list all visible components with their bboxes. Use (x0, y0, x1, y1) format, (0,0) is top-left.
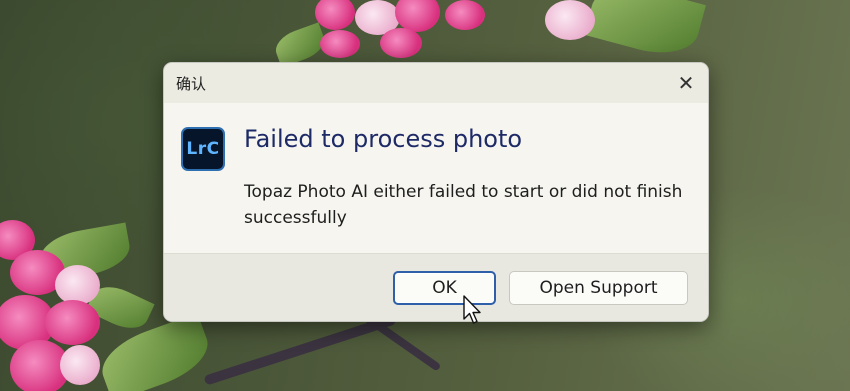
flower-decoration (320, 30, 360, 58)
flower-decoration (60, 345, 100, 385)
close-icon: ✕ (677, 71, 695, 95)
open-support-button[interactable]: Open Support (509, 271, 688, 305)
open-support-button-label: Open Support (539, 278, 658, 298)
flower-decoration (45, 300, 100, 345)
dialog-title: 确认 (176, 75, 207, 93)
lightroom-classic-icon: LrC (181, 127, 225, 171)
error-message: Topaz Photo AI either failed to start or… (244, 182, 683, 228)
flower-decoration (380, 28, 422, 58)
ok-button-label: OK (432, 278, 457, 298)
mouse-pointer-icon (463, 295, 481, 324)
flower-decoration (315, 0, 355, 30)
confirm-dialog: 确认 ✕ LrC Failed to process photo Topaz P… (163, 62, 709, 322)
app-icon-label: LrC (186, 139, 220, 159)
dialog-content: LrC Failed to process photo Topaz Photo … (164, 103, 708, 253)
leaf-decoration (584, 0, 706, 64)
flower-decoration (55, 265, 100, 305)
flower-decoration (445, 0, 485, 30)
dialog-titlebar[interactable]: 确认 ✕ (164, 63, 708, 103)
leaf-decoration (93, 312, 217, 391)
flower-decoration (545, 0, 595, 40)
dialog-footer: OK Open Support (164, 253, 708, 321)
error-headline: Failed to process photo (244, 125, 523, 153)
close-button[interactable]: ✕ (670, 68, 702, 98)
branch-decoration (203, 314, 397, 386)
